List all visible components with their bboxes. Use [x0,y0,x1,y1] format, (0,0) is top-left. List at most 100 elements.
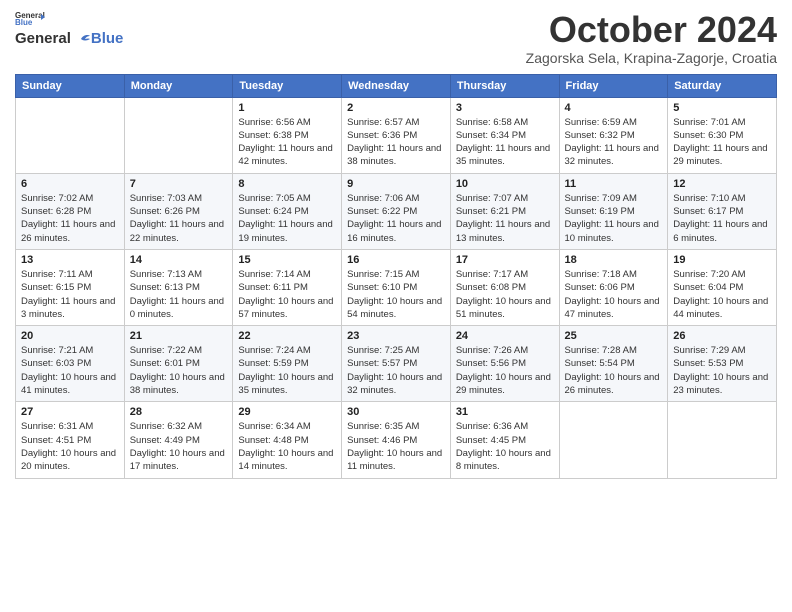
day-info: Sunrise: 6:32 AM Sunset: 4:49 PM Dayligh… [130,420,228,473]
day-number: 11 [565,178,663,190]
calendar-cell: 27 Sunrise: 6:31 AM Sunset: 4:51 PM Dayli… [16,402,125,478]
day-number: 16 [347,254,445,266]
day-info: Sunrise: 6:36 AM Sunset: 4:45 PM Dayligh… [456,420,554,473]
calendar-cell: 31Sunrise: 6:36 AM Sunset: 4:45 PM Dayli… [450,402,559,478]
day-number: 30 [347,406,445,418]
day-info: Sunrise: 7:15 AM Sunset: 6:10 PM Dayligh… [347,268,445,321]
day-number: 2 [347,102,445,114]
calendar-table: Sunday Monday Tuesday Wednesday Thursday… [15,74,777,479]
calendar-cell: 3 Sunrise: 6:58 AM Sunset: 6:34 PM Daylig… [450,97,559,173]
day-number: 4 [565,102,663,114]
title-area: October 2024 Zagorska Sela, Krapina-Zago… [526,10,777,66]
day-info: Sunrise: 7:17 AM Sunset: 6:08 PM Dayligh… [456,268,554,321]
day-info: Sunrise: 7:25 AM Sunset: 5:57 PM Dayligh… [347,344,445,397]
day-number: 17 [456,254,554,266]
day-info: Sunrise: 7:03 AM Sunset: 6:26 PM Dayligh… [130,192,228,245]
day-info: Sunrise: 6:57 AM Sunset: 6:36 PM Dayligh… [347,116,445,169]
day-number: 7 [130,178,228,190]
day-number: 19 [673,254,771,266]
day-info: Sunrise: 6:58 AM Sunset: 6:34 PM Dayligh… [456,116,554,169]
day-info: Sunrise: 7:14 AM Sunset: 6:11 PM Dayligh… [238,268,336,321]
calendar-week-3: 13 Sunrise: 7:11 AM Sunset: 6:15 PM Dayli… [16,249,777,325]
day-info: Sunrise: 7:24 AM Sunset: 5:59 PM Dayligh… [238,344,336,397]
calendar-cell: 10 Sunrise: 7:07 AM Sunset: 6:21 PM Dayli… [450,173,559,249]
day-info: Sunrise: 7:02 AM Sunset: 6:28 PM Dayligh… [21,192,119,245]
day-number: 14 [130,254,228,266]
day-number: 3 [456,102,554,114]
day-number: 28 [130,406,228,418]
calendar-cell: 17 Sunrise: 7:17 AM Sunset: 6:08 PM Dayli… [450,249,559,325]
col-friday: Friday [559,74,668,97]
calendar-cell: 12Sunrise: 7:10 AM Sunset: 6:17 PM Dayli… [668,173,777,249]
day-number: 27 [21,406,119,418]
day-number: 13 [21,254,119,266]
day-info: Sunrise: 7:18 AM Sunset: 6:06 PM Dayligh… [565,268,663,321]
day-info: Sunrise: 6:35 AM Sunset: 4:46 PM Dayligh… [347,420,445,473]
calendar-cell [124,97,233,173]
col-monday: Monday [124,74,233,97]
day-info: Sunrise: 6:31 AM Sunset: 4:51 PM Dayligh… [21,420,119,473]
day-number: 10 [456,178,554,190]
day-number: 20 [21,330,119,342]
logo-general: General [15,30,71,47]
logo-bird-icon [72,33,90,45]
calendar-cell: 1 Sunrise: 6:56 AM Sunset: 6:38 PM Daylig… [233,97,342,173]
day-number: 21 [130,330,228,342]
calendar-cell [16,97,125,173]
calendar-cell: 19 Sunrise: 7:20 AM Sunset: 6:04 PM Dayli… [668,249,777,325]
calendar-cell: 14Sunrise: 7:13 AM Sunset: 6:13 PM Dayli… [124,249,233,325]
logo: General Blue General Blue [15,10,123,47]
calendar-cell: 30 Sunrise: 6:35 AM Sunset: 4:46 PM Dayli… [342,402,451,478]
col-sunday: Sunday [16,74,125,97]
day-info: Sunrise: 7:10 AM Sunset: 6:17 PM Dayligh… [673,192,771,245]
day-info: Sunrise: 7:05 AM Sunset: 6:24 PM Dayligh… [238,192,336,245]
calendar-cell: 23Sunrise: 7:25 AM Sunset: 5:57 PM Dayli… [342,326,451,402]
calendar-cell: 29Sunrise: 6:34 AM Sunset: 4:48 PM Dayli… [233,402,342,478]
header: General Blue General Blue October 2024 Z… [15,10,777,66]
day-number: 29 [238,406,336,418]
calendar-cell: 22 Sunrise: 7:24 AM Sunset: 5:59 PM Dayli… [233,326,342,402]
calendar-cell [559,402,668,478]
day-info: Sunrise: 6:59 AM Sunset: 6:32 PM Dayligh… [565,116,663,169]
calendar-cell: 7 Sunrise: 7:03 AM Sunset: 6:26 PM Daylig… [124,173,233,249]
calendar-cell: 11 Sunrise: 7:09 AM Sunset: 6:19 PM Dayli… [559,173,668,249]
calendar-cell: 25Sunrise: 7:28 AM Sunset: 5:54 PM Dayli… [559,326,668,402]
page: General Blue General Blue October 2024 Z… [0,0,792,612]
day-number: 5 [673,102,771,114]
calendar-cell [668,402,777,478]
day-info: Sunrise: 7:22 AM Sunset: 6:01 PM Dayligh… [130,344,228,397]
svg-text:Blue: Blue [15,18,33,27]
day-info: Sunrise: 7:01 AM Sunset: 6:30 PM Dayligh… [673,116,771,169]
calendar-week-1: 1 Sunrise: 6:56 AM Sunset: 6:38 PM Daylig… [16,97,777,173]
day-number: 15 [238,254,336,266]
day-info: Sunrise: 7:11 AM Sunset: 6:15 PM Dayligh… [21,268,119,321]
day-info: Sunrise: 7:29 AM Sunset: 5:53 PM Dayligh… [673,344,771,397]
calendar-cell: 8 Sunrise: 7:05 AM Sunset: 6:24 PM Daylig… [233,173,342,249]
day-info: Sunrise: 7:07 AM Sunset: 6:21 PM Dayligh… [456,192,554,245]
day-info: Sunrise: 7:09 AM Sunset: 6:19 PM Dayligh… [565,192,663,245]
day-number: 8 [238,178,336,190]
col-tuesday: Tuesday [233,74,342,97]
subtitle: Zagorska Sela, Krapina-Zagorje, Croatia [526,50,777,66]
col-saturday: Saturday [668,74,777,97]
calendar-week-2: 6Sunrise: 7:02 AM Sunset: 6:28 PM Daylig… [16,173,777,249]
calendar-cell: 16 Sunrise: 7:15 AM Sunset: 6:10 PM Dayli… [342,249,451,325]
day-number: 18 [565,254,663,266]
day-number: 26 [673,330,771,342]
day-info: Sunrise: 7:20 AM Sunset: 6:04 PM Dayligh… [673,268,771,321]
calendar-header-row: Sunday Monday Tuesday Wednesday Thursday… [16,74,777,97]
day-info: Sunrise: 6:56 AM Sunset: 6:38 PM Dayligh… [238,116,336,169]
calendar-week-4: 20Sunrise: 7:21 AM Sunset: 6:03 PM Dayli… [16,326,777,402]
calendar-cell: 2 Sunrise: 6:57 AM Sunset: 6:36 PM Daylig… [342,97,451,173]
day-number: 9 [347,178,445,190]
day-info: Sunrise: 7:26 AM Sunset: 5:56 PM Dayligh… [456,344,554,397]
calendar-cell: 4 Sunrise: 6:59 AM Sunset: 6:32 PM Daylig… [559,97,668,173]
calendar-cell: 15 Sunrise: 7:14 AM Sunset: 6:11 PM Dayli… [233,249,342,325]
calendar-cell: 21 Sunrise: 7:22 AM Sunset: 6:01 PM Dayli… [124,326,233,402]
col-thursday: Thursday [450,74,559,97]
day-number: 1 [238,102,336,114]
calendar-cell: 28 Sunrise: 6:32 AM Sunset: 4:49 PM Dayli… [124,402,233,478]
logo-blue: Blue [91,30,124,47]
calendar-cell: 20Sunrise: 7:21 AM Sunset: 6:03 PM Dayli… [16,326,125,402]
day-number: 22 [238,330,336,342]
